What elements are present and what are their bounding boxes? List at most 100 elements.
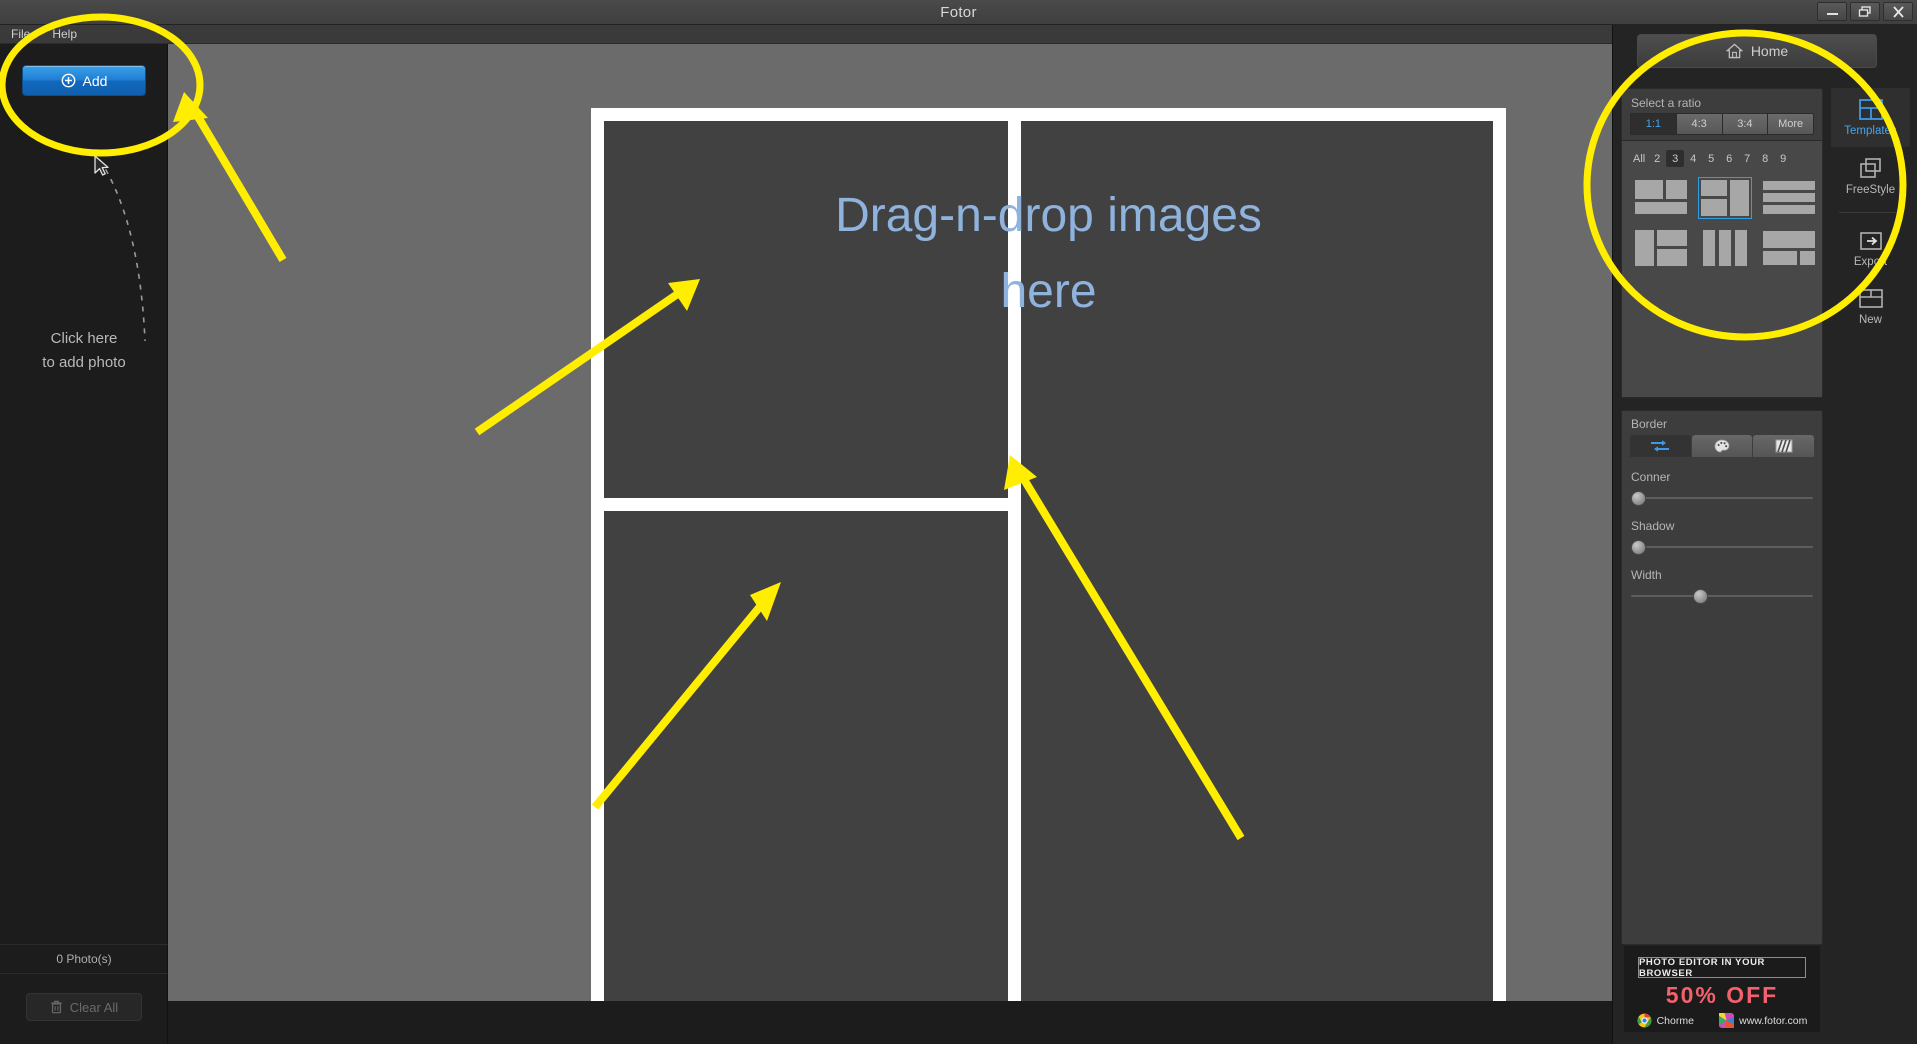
- ratio-selector: 1:1 4:3 3:4 More: [1630, 113, 1814, 135]
- slider-knob-width[interactable]: [1693, 589, 1708, 604]
- close-button[interactable]: [1883, 2, 1913, 21]
- rail-label-export: Export: [1853, 255, 1888, 268]
- layout-two-top-one-bottom-icon: [1635, 180, 1687, 214]
- layout-two-left-one-right-icon: [1701, 180, 1749, 216]
- count-filter-all[interactable]: All: [1630, 150, 1648, 167]
- slider-label-width: Width: [1631, 568, 1662, 582]
- border-tabs: [1630, 435, 1815, 457]
- sliders-icon: [1651, 440, 1670, 452]
- workspace: Drag-n-drop images here: [168, 44, 1612, 1021]
- add-photo-button[interactable]: Add: [22, 65, 146, 96]
- add-photo-hint: Click here to add photo: [0, 327, 168, 375]
- maximize-button[interactable]: [1850, 2, 1880, 21]
- count-filter-9[interactable]: 9: [1774, 150, 1792, 167]
- close-icon: [1892, 5, 1904, 18]
- collage-cell-right[interactable]: [1021, 121, 1493, 1008]
- workspace-bottom-bar: [168, 1001, 1612, 1044]
- layout-thumb-one-left-two-right[interactable]: [1632, 227, 1690, 269]
- home-label: Home: [1750, 43, 1789, 59]
- layout-three-rows-icon: [1763, 181, 1815, 214]
- slider-knob-conner[interactable]: [1631, 491, 1646, 506]
- ratio-option-3-4[interactable]: 3:4: [1722, 114, 1769, 134]
- count-filter-3[interactable]: 3: [1666, 150, 1685, 167]
- promo-links: Chorme www.fotor.com: [1624, 1013, 1820, 1028]
- count-filter-5[interactable]: 5: [1702, 150, 1720, 167]
- home-icon: [1725, 43, 1743, 59]
- menu-item-file[interactable]: File: [11, 27, 30, 41]
- palette-icon: [1714, 439, 1730, 452]
- collage-left-column: [604, 121, 1009, 1008]
- menu-item-help[interactable]: Help: [52, 27, 77, 41]
- collage-cell-top-left[interactable]: [604, 121, 1009, 498]
- slider-track-width: [1631, 595, 1813, 597]
- slider-track-conner: [1631, 497, 1813, 499]
- photo-count-label: 0 Photo(s): [0, 944, 168, 974]
- collage-cell-bottom-left[interactable]: [604, 510, 1009, 1008]
- promo-site[interactable]: www.fotor.com: [1719, 1013, 1807, 1028]
- collage-canvas[interactable]: Drag-n-drop images here: [591, 108, 1506, 1021]
- promo-offer: 50% OFF: [1665, 982, 1779, 1008]
- count-filter-7[interactable]: 7: [1738, 150, 1756, 167]
- hint-dashed-line: [99, 159, 146, 342]
- ratio-option-more[interactable]: More: [1768, 114, 1813, 134]
- clear-all-label: Clear All: [69, 999, 119, 1015]
- rail-item-export[interactable]: Export: [1831, 219, 1910, 278]
- border-panel: Border Conner Shadow Width: [1621, 410, 1823, 945]
- layout-thumb-three-rows[interactable]: [1760, 177, 1818, 219]
- slider-track-shadow: [1631, 546, 1813, 548]
- slider-conner[interactable]: [1631, 490, 1813, 506]
- layout-one-top-two-bottom-icon: [1763, 231, 1815, 265]
- clear-all-button[interactable]: Clear All: [26, 993, 142, 1021]
- minimize-button[interactable]: [1817, 2, 1847, 21]
- home-button[interactable]: Home: [1637, 34, 1877, 68]
- plus-circle-icon: [61, 73, 75, 88]
- ratio-option-1-1[interactable]: 1:1: [1631, 114, 1677, 134]
- templates-panel: Select a ratio 1:1 4:3 3:4 More All 2 3 …: [1621, 88, 1823, 398]
- title-bar: Fotor: [0, 0, 1917, 25]
- promo-browser[interactable]: Chorme: [1637, 1013, 1694, 1028]
- count-filter-4[interactable]: 4: [1684, 150, 1702, 167]
- promo-banner[interactable]: PHOTO EDITOR IN YOUR BROWSER 50% OFF Cho…: [1624, 946, 1820, 1032]
- layout-thumb-one-top-two-bottom[interactable]: [1760, 227, 1818, 269]
- rail-item-new[interactable]: New: [1831, 278, 1910, 337]
- slider-shadow[interactable]: [1631, 539, 1813, 555]
- mouse-cursor-icon: [94, 155, 109, 176]
- ratio-option-4-3[interactable]: 4:3: [1676, 114, 1723, 134]
- rail-divider: [1839, 212, 1902, 213]
- border-tab-pattern[interactable]: [1753, 435, 1815, 457]
- right-panel: Home Select a ratio 1:1 4:3 3:4 More All…: [1612, 25, 1917, 1044]
- minimize-icon: [1826, 13, 1838, 15]
- slider-width[interactable]: [1631, 588, 1813, 604]
- count-filter-2[interactable]: 2: [1648, 150, 1666, 167]
- new-icon: [1858, 289, 1883, 308]
- add-photo-label: Add: [82, 72, 108, 89]
- promo-browser-label: Chorme: [1656, 1014, 1694, 1027]
- layout-thumb-two-top-one-bottom[interactable]: [1632, 177, 1690, 219]
- promo-headline: PHOTO EDITOR IN YOUR BROWSER: [1638, 957, 1806, 979]
- select-ratio-label: Select a ratio: [1631, 96, 1702, 110]
- border-sliders: Conner Shadow Width: [1622, 470, 1822, 604]
- border-tab-color[interactable]: [1691, 435, 1753, 457]
- window-title: Fotor: [940, 4, 977, 21]
- layout-three-columns-icon: [1703, 230, 1747, 266]
- chrome-icon: [1637, 1013, 1652, 1028]
- count-filter-6[interactable]: 6: [1720, 150, 1738, 167]
- layout-thumb-three-columns[interactable]: [1698, 227, 1752, 269]
- border-tab-sliders[interactable]: [1630, 435, 1691, 457]
- templates-icon: [1858, 98, 1883, 120]
- restore-icon: [1858, 5, 1871, 17]
- collage-grid: [604, 121, 1493, 1008]
- layout-thumbnail-grid: [1622, 171, 1822, 275]
- promo-site-label: www.fotor.com: [1739, 1014, 1808, 1027]
- layout-one-left-two-right-icon: [1635, 230, 1687, 266]
- count-filter-8[interactable]: 8: [1756, 150, 1774, 167]
- fotor-icon: [1719, 1013, 1735, 1028]
- rail-label-new: New: [1858, 314, 1882, 326]
- slider-knob-shadow[interactable]: [1631, 540, 1646, 555]
- rail-item-freestyle[interactable]: FreeStyle: [1831, 147, 1910, 206]
- rail-item-templates[interactable]: Templates: [1831, 88, 1910, 147]
- border-title: Border: [1631, 417, 1668, 431]
- layout-thumb-two-left-one-right[interactable]: [1698, 177, 1752, 219]
- rail-label-freestyle: FreeStyle: [1845, 183, 1896, 196]
- hint-line-1: Click here: [50, 330, 118, 347]
